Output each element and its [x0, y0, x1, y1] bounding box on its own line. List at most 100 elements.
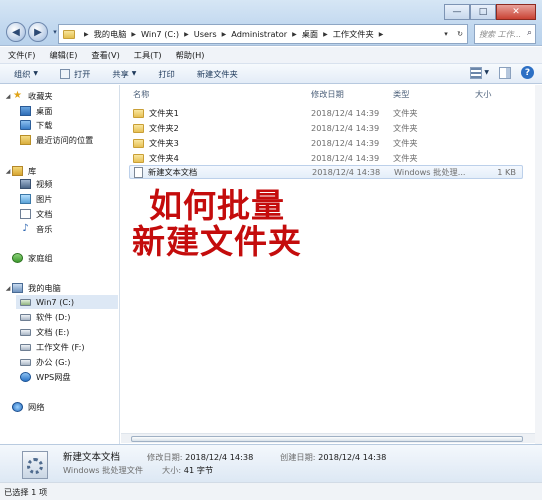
sidebar-item-homegroup[interactable]: 家庭组	[12, 251, 53, 265]
open-button[interactable]: 打开	[60, 68, 90, 80]
column-header-size[interactable]: 大小	[475, 88, 491, 100]
menu-edit[interactable]: 编辑(E)	[49, 49, 77, 61]
recent-places-icon	[20, 135, 31, 145]
details-modified-label: 修改日期:	[147, 452, 183, 462]
search-input[interactable]: 搜索 工作... ⌕	[474, 24, 536, 44]
file-name: 文件夹1	[149, 108, 179, 118]
details-created-value: 2018/12/4 14:38	[318, 452, 387, 462]
file-row-folder4[interactable]: 文件夹4 2018/12/4 14:39 文件夹	[129, 151, 523, 165]
share-button[interactable]: 共享 ▼	[112, 68, 136, 80]
new-folder-button[interactable]: 新建文件夹	[197, 68, 238, 80]
sidebar-item-documents[interactable]: 文档	[20, 207, 52, 221]
sidebar-item-label: 图片	[36, 194, 53, 204]
minimize-button[interactable]: —	[444, 4, 470, 20]
chevron-right-icon[interactable]: ▶	[292, 31, 297, 38]
navigation-buttons: ◀ ▶ ▾	[6, 22, 60, 42]
command-bar: 组织 ▼ 打开 共享 ▼ 打印 新建文件夹 ▼ ?	[0, 64, 542, 84]
details-size-value: 41 字节	[183, 465, 214, 475]
menu-help[interactable]: 帮助(H)	[176, 49, 205, 61]
sidebar-item-drive-d[interactable]: 软件 (D:)	[20, 310, 70, 324]
chevron-right-icon[interactable]: ▶	[379, 31, 384, 38]
organize-button[interactable]: 组织 ▼	[14, 68, 38, 80]
details-file-type: Windows 批处理文件	[63, 465, 144, 475]
breadcrumb-drive-c[interactable]: Win7 (C:)	[141, 29, 179, 39]
sidebar-item-recent[interactable]: 最近访问的位置	[20, 133, 93, 147]
maximize-button[interactable]: □	[470, 4, 496, 20]
menu-view[interactable]: 查看(V)	[91, 49, 119, 61]
column-header-type[interactable]: 类型	[393, 88, 409, 100]
breadcrumb-administrator[interactable]: Administrator	[231, 29, 287, 39]
details-created: 创建日期: 2018/12/4 14:38	[280, 451, 386, 463]
breadcrumb-users[interactable]: Users	[194, 29, 217, 39]
column-header-name[interactable]: 名称	[133, 88, 149, 100]
breadcrumb-work-folder[interactable]: 工作文件夹	[333, 28, 374, 40]
share-label: 共享	[112, 68, 129, 79]
menu-tools[interactable]: 工具(T)	[134, 49, 162, 61]
address-dropdown-icon[interactable]: ▾	[439, 30, 453, 38]
cloud-drive-icon	[20, 372, 31, 382]
file-row-text-document[interactable]: 新建文本文档 2018/12/4 14:38 Windows 批处理... 1 …	[129, 165, 523, 179]
sidebar-item-downloads[interactable]: 下载	[20, 118, 52, 132]
file-type: 文件夹	[393, 123, 418, 133]
close-button[interactable]: ✕	[496, 4, 536, 20]
back-button[interactable]: ◀	[6, 22, 26, 42]
address-bar[interactable]: ▶ 我的电脑 ▶ Win7 (C:) ▶ Users ▶ Administrat…	[58, 24, 468, 44]
sidebar-item-label: 网络	[28, 402, 45, 412]
navigation-pane: ◢ ★ 收藏夹 桌面 下载 最近访问的位置 ◢ 库 视频 图片 文档 ♪ 音乐 …	[0, 85, 120, 444]
breadcrumb-computer[interactable]: 我的电脑	[94, 28, 127, 40]
sidebar-item-label: 桌面	[36, 106, 53, 116]
sidebar-item-drive-e[interactable]: 文档 (E:)	[20, 325, 69, 339]
sidebar-item-label: 办公 (G:)	[36, 357, 71, 367]
view-options-icon[interactable]	[470, 66, 483, 79]
collapse-icon[interactable]: ◢	[4, 168, 12, 175]
horizontal-scrollbar[interactable]	[121, 433, 535, 443]
details-modified-value: 2018/12/4 14:38	[185, 452, 254, 462]
sidebar-item-videos[interactable]: 视频	[20, 177, 52, 191]
file-row-folder1[interactable]: 文件夹1 2018/12/4 14:39 文件夹	[129, 106, 523, 120]
chevron-right-icon[interactable]: ▶	[131, 31, 136, 38]
column-header-date[interactable]: 修改日期	[311, 88, 344, 100]
sidebar-item-music[interactable]: ♪ 音乐	[20, 222, 52, 236]
file-row-folder2[interactable]: 文件夹2 2018/12/4 14:39 文件夹	[129, 121, 523, 135]
chevron-down-icon[interactable]: ▼	[484, 69, 489, 76]
file-type: Windows 批处理...	[394, 167, 466, 177]
collapse-icon[interactable]: ◢	[4, 93, 12, 100]
file-name: 文件夹2	[149, 123, 179, 133]
sidebar-item-favorites[interactable]: ◢ ★ 收藏夹	[4, 89, 53, 103]
file-date: 2018/12/4 14:38	[312, 167, 381, 177]
sidebar-item-drive-f[interactable]: 工作文件 (F:)	[20, 340, 85, 354]
sidebar-item-drive-c[interactable]: Win7 (C:)	[16, 295, 118, 309]
sidebar-item-libraries[interactable]: ◢ 库	[4, 164, 36, 178]
search-icon[interactable]: ⌕	[527, 28, 532, 38]
sidebar-item-label: 库	[28, 166, 37, 176]
chevron-down-icon: ▼	[33, 70, 39, 77]
print-button[interactable]: 打印	[158, 68, 174, 80]
chevron-right-icon[interactable]: ▶	[323, 31, 328, 38]
chevron-right-icon[interactable]: ▶	[84, 31, 89, 38]
chevron-right-icon[interactable]: ▶	[184, 31, 189, 38]
sidebar-item-pictures[interactable]: 图片	[20, 192, 52, 206]
sidebar-item-drive-g[interactable]: 办公 (G:)	[20, 355, 70, 369]
sidebar-item-wps-drive[interactable]: WPS网盘	[20, 370, 71, 384]
sidebar-item-label: Win7 (C:)	[36, 297, 75, 307]
collapse-icon[interactable]: ◢	[4, 285, 12, 292]
forward-button[interactable]: ▶	[28, 22, 48, 42]
help-icon[interactable]: ?	[521, 66, 534, 79]
scrollbar-thumb[interactable]	[131, 436, 523, 442]
sidebar-item-desktop[interactable]: 桌面	[20, 104, 52, 118]
refresh-icon[interactable]: ↻	[453, 30, 467, 38]
file-row-folder3[interactable]: 文件夹3 2018/12/4 14:39 文件夹	[129, 136, 523, 150]
sidebar-item-label: 文档	[36, 209, 53, 219]
new-folder-label: 新建文件夹	[196, 68, 238, 79]
system-drive-icon	[20, 298, 31, 306]
preview-pane-icon[interactable]	[499, 66, 511, 79]
sidebar-item-label: 视频	[36, 179, 53, 189]
file-date: 2018/12/4 14:39	[311, 108, 380, 118]
breadcrumb-desktop[interactable]: 桌面	[302, 28, 318, 40]
chevron-right-icon[interactable]: ▶	[222, 31, 227, 38]
sidebar-item-computer[interactable]: ◢ 我的电脑	[4, 281, 61, 295]
sidebar-item-network[interactable]: 网络	[12, 400, 44, 414]
vertical-scrollbar[interactable]	[535, 85, 542, 444]
menu-file[interactable]: 文件(F)	[8, 49, 35, 61]
music-icon: ♪	[22, 223, 29, 234]
